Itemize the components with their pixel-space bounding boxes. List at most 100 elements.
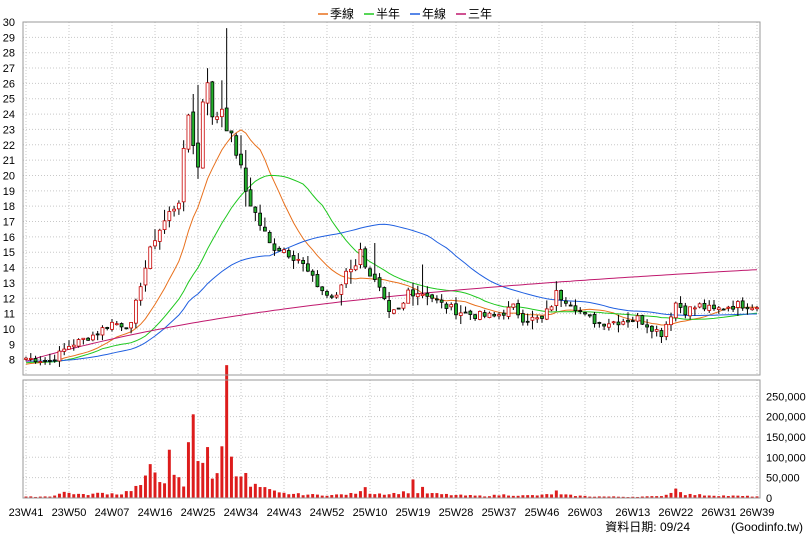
volume-bar <box>387 494 391 498</box>
volume-axis: 0 50,000 100,000 150,000 200,000 250,000 <box>766 391 806 505</box>
volume-bar <box>234 476 238 498</box>
candle-body <box>659 330 664 338</box>
candle-body <box>731 305 735 310</box>
volume-bar <box>268 489 272 498</box>
candle-body <box>439 299 444 303</box>
price-tick-label: 14 <box>3 263 15 275</box>
volume-bar <box>148 464 152 498</box>
candle-body <box>554 290 559 306</box>
ma-line-1 <box>25 174 758 364</box>
volume-bar <box>158 482 162 498</box>
candle-body <box>712 304 716 310</box>
volume-bar <box>120 494 124 498</box>
candle-body <box>473 314 477 319</box>
volume-bar <box>229 456 233 498</box>
candle-body <box>243 167 248 192</box>
week-tick-label: 24W52 <box>310 507 345 519</box>
week-tick-label: 24W43 <box>267 507 302 519</box>
volume-bar <box>258 487 262 498</box>
volume-bar <box>81 494 85 498</box>
candle-body <box>740 300 745 309</box>
candle-body <box>583 312 587 315</box>
candle-body <box>492 313 497 317</box>
price-grid <box>23 21 760 375</box>
volume-bar <box>335 494 339 498</box>
price-tick-label: 28 <box>3 48 15 60</box>
candle-body <box>329 295 334 298</box>
candle-body <box>425 292 430 297</box>
volume-tick-label: 0 <box>766 493 772 505</box>
price-tick-label: 29 <box>3 32 15 44</box>
candle-body <box>669 316 673 326</box>
candle-body <box>602 323 606 327</box>
source-label: (Goodinfo.tw) <box>731 520 803 534</box>
candle-body <box>349 268 353 273</box>
candle-body <box>530 316 535 321</box>
candle-body <box>191 111 196 146</box>
candle-body <box>157 229 162 242</box>
candle-body <box>138 286 143 301</box>
candle-body <box>239 153 243 166</box>
price-tick-label: 22 <box>3 140 15 152</box>
week-tick-label: 24W07 <box>95 507 130 519</box>
candle-body <box>683 305 688 316</box>
candle-body <box>468 310 473 315</box>
candle-body <box>415 293 420 298</box>
volume-tick-label: 100,000 <box>766 452 806 464</box>
candle-body <box>430 294 434 299</box>
price-tick-label: 10 <box>3 324 15 336</box>
candle-body <box>616 321 621 326</box>
volume-bar <box>77 493 81 498</box>
volume-bar <box>139 485 143 498</box>
volume-bar <box>315 494 319 498</box>
candle-body <box>181 147 186 203</box>
candle-body <box>693 307 697 310</box>
candle-body <box>573 305 578 312</box>
volume-bar <box>378 493 382 498</box>
candle-body <box>119 323 124 328</box>
candle-body <box>48 360 52 362</box>
candle-body <box>100 327 105 336</box>
candle-body <box>325 291 329 296</box>
candle-body <box>277 247 282 252</box>
candle-body <box>253 206 258 213</box>
volume-bar <box>339 494 343 498</box>
volume-bar <box>401 491 405 498</box>
volume-bar <box>191 414 195 498</box>
candle-body <box>382 287 387 300</box>
candle-body <box>143 267 148 286</box>
candle-body <box>205 82 210 104</box>
candle-body <box>196 142 200 168</box>
week-tick-label: 25W19 <box>396 507 431 519</box>
candle-body <box>272 243 277 251</box>
volume-bar <box>354 493 358 498</box>
volume-bar <box>545 494 549 498</box>
candle-body <box>654 329 659 332</box>
volume-bar <box>459 494 463 498</box>
volume-bar <box>196 461 200 498</box>
week-axis: 23W41 23W50 24W07 24W16 24W25 24W34 24W43 24W52… <box>9 507 775 519</box>
candle-body <box>635 315 640 322</box>
legend-label-3: 三年 <box>468 7 492 21</box>
volume-bar <box>100 492 104 498</box>
candle-body <box>291 255 296 261</box>
candle-body <box>81 337 86 340</box>
candle-body <box>71 344 76 348</box>
volume-bar <box>282 492 286 498</box>
candle-body <box>420 293 425 297</box>
volume-bar <box>272 490 276 498</box>
price-axis: 8 9 10 11 12 13 14 15 16 17 18 19 20 21 22 23 24 25 26 27 28… <box>3 17 15 367</box>
volume-bar <box>62 491 66 498</box>
candle-body <box>621 321 626 325</box>
volume-bar <box>435 493 439 498</box>
volume-bar <box>559 494 563 498</box>
candle-body <box>750 307 755 311</box>
week-tick-label: 24W34 <box>224 507 259 519</box>
volume-bar <box>225 365 229 498</box>
candle-body <box>38 361 43 363</box>
volume-bar <box>368 493 372 498</box>
candle-body <box>234 135 239 156</box>
candle-body <box>28 357 33 360</box>
volume-bar <box>430 493 434 498</box>
price-tick-label: 13 <box>3 278 15 290</box>
